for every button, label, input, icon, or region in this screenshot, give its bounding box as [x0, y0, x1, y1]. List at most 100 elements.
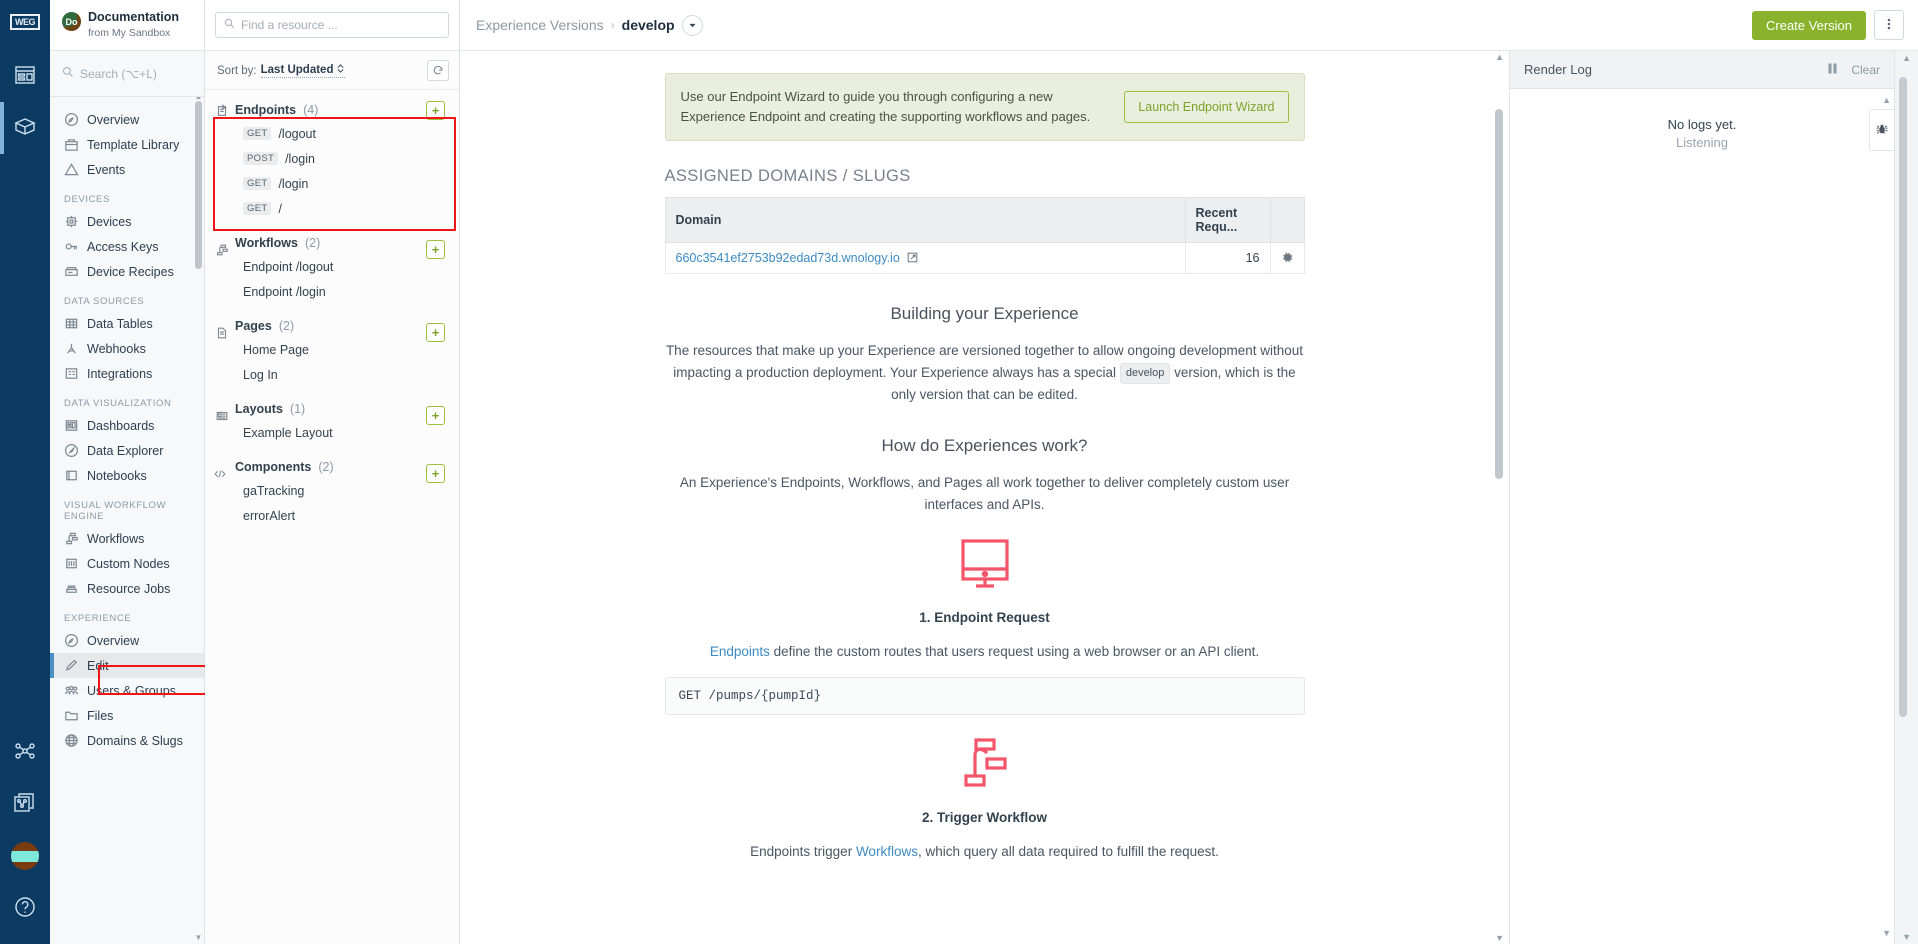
- log-scroll-up-icon[interactable]: ▲: [1882, 95, 1891, 105]
- add-endpoint-button[interactable]: +: [426, 101, 445, 120]
- compass-icon: [64, 443, 79, 458]
- document-inner: Use our Endpoint Wizard to guide you thr…: [460, 51, 1509, 862]
- doc-scroll-down-icon[interactable]: ▼: [1495, 933, 1504, 943]
- sidebar-item-custom-nodes[interactable]: Custom Nodes: [50, 551, 204, 576]
- add-component-button[interactable]: +: [426, 464, 445, 483]
- rail-item-applications[interactable]: [0, 102, 50, 154]
- gear-icon[interactable]: [1281, 251, 1294, 265]
- breadcrumb-root[interactable]: Experience Versions: [476, 17, 604, 33]
- resource-item-workflow[interactable]: Endpoint /logout: [205, 254, 459, 279]
- rail-item-workflows[interactable]: [0, 726, 50, 778]
- sidebar-item-notebooks[interactable]: Notebooks: [50, 463, 204, 488]
- sidebar-item-dashboards[interactable]: Dashboards: [50, 413, 204, 438]
- resource-item-endpoint[interactable]: GET /: [205, 196, 459, 221]
- sidebar-item-users-groups[interactable]: Users & Groups: [50, 678, 204, 703]
- rail-item-help[interactable]: [0, 882, 50, 934]
- sidebar-item-resource-jobs[interactable]: Resource Jobs: [50, 576, 204, 601]
- sidebar-item-access-keys[interactable]: Access Keys: [50, 234, 204, 259]
- sidebar-item-devices[interactable]: Devices: [50, 209, 204, 234]
- resource-section-title: Workflows: [235, 236, 298, 250]
- refresh-button[interactable]: [427, 60, 449, 81]
- cell-actions[interactable]: [1269, 242, 1305, 275]
- sidebar-item-label: Overview: [87, 633, 140, 648]
- app-brand[interactable]: Do Documentation from My Sandbox: [50, 0, 204, 51]
- sidebar-item-label: Template Library: [87, 137, 180, 152]
- domain-link[interactable]: 660c3541ef2753b92edad73d.wnology.io: [676, 251, 900, 265]
- scroll-down-arrow-icon[interactable]: ▼: [194, 934, 203, 942]
- resource-item-component[interactable]: errorAlert: [205, 503, 459, 528]
- sidebar-item-integrations[interactable]: Integrations: [50, 361, 204, 386]
- document-scrollbar-thumb[interactable]: [1495, 109, 1503, 479]
- pause-icon[interactable]: [1828, 63, 1837, 77]
- add-layout-button[interactable]: +: [426, 406, 445, 425]
- version-dropdown-button[interactable]: [681, 14, 703, 36]
- rail-item-workflow-versions[interactable]: [0, 778, 50, 830]
- clear-log-button[interactable]: Clear: [1851, 63, 1880, 77]
- resource-item-endpoint[interactable]: GET /login: [205, 171, 459, 196]
- monitor-icon: [954, 533, 1016, 598]
- integration-icon: [64, 366, 79, 381]
- step-2-body-before: Endpoints trigger: [750, 843, 856, 859]
- resource-item-path: /login: [285, 151, 315, 166]
- workflow-icon: [13, 739, 37, 766]
- more-options-button[interactable]: [1874, 10, 1904, 40]
- sidebar-item-files[interactable]: Files: [50, 703, 204, 728]
- cell-domain[interactable]: 660c3541ef2753b92edad73d.wnology.io: [664, 242, 1186, 275]
- sidebar-item-domains-slugs[interactable]: Domains & Slugs: [50, 728, 204, 753]
- add-workflow-button[interactable]: +: [426, 240, 445, 259]
- assigned-domains-title: ASSIGNED DOMAINS / SLUGS: [664, 167, 911, 186]
- sidebar-item-edit[interactable]: Edit: [50, 653, 204, 678]
- resource-section-pages[interactable]: Pages (2) +: [205, 310, 459, 342]
- global-search-input[interactable]: Search (⌥+L): [50, 51, 204, 97]
- render-log-empty-secondary: Listening: [1675, 135, 1729, 150]
- resource-section-workflows[interactable]: Workflows (2) +: [205, 227, 459, 259]
- log-scroll-down-icon[interactable]: ▼: [1882, 928, 1891, 938]
- sidebar-item-template-library[interactable]: Template Library: [50, 132, 204, 157]
- sidebar-item-events[interactable]: Events: [50, 157, 204, 182]
- how-experiences-work-heading: How do Experiences work?: [881, 436, 1088, 456]
- sidebar-item-webhooks[interactable]: Webhooks: [50, 336, 204, 361]
- resource-item-page[interactable]: Log In: [205, 362, 459, 387]
- outer-scroll-up-icon[interactable]: ▲: [1902, 53, 1911, 63]
- http-verb-badge: GET: [243, 126, 272, 141]
- rail-item-account[interactable]: [0, 830, 50, 882]
- resource-section-components[interactable]: Components (2) +: [205, 451, 459, 483]
- resource-section-endpoints[interactable]: Endpoints (4) +: [205, 94, 459, 121]
- launch-endpoint-wizard-button[interactable]: Launch Endpoint Wizard: [1124, 91, 1289, 124]
- endpoints-link[interactable]: Endpoints: [710, 644, 770, 659]
- scroll-up-arrow-icon[interactable]: ▲: [194, 97, 203, 101]
- workflows-link[interactable]: Workflows: [856, 844, 918, 859]
- sidebar-item-overview[interactable]: Overview: [50, 107, 204, 132]
- sidebar-scroll-region: ▲ Overview Template Library Events DEVIC…: [50, 97, 204, 944]
- outer-scrollbar-thumb[interactable]: [1899, 77, 1907, 717]
- resource-item-workflow[interactable]: Endpoint /login: [205, 279, 459, 304]
- find-resource-input[interactable]: Find a resource ...: [215, 12, 449, 38]
- outer-scroll-band[interactable]: ▲ ▼: [1894, 51, 1918, 944]
- sort-by-label: Sort by:: [217, 64, 257, 77]
- doc-scroll-up-icon[interactable]: ▲: [1495, 52, 1504, 62]
- sidebar-item-label: Webhooks: [87, 341, 146, 356]
- rail-item-dashboards[interactable]: [0, 50, 50, 102]
- create-version-button[interactable]: Create Version: [1752, 10, 1866, 40]
- sort-by-select[interactable]: Last Updated: [260, 63, 346, 78]
- resource-item-endpoint[interactable]: GET /logout: [205, 121, 459, 146]
- resource-item-path: Example Layout: [243, 425, 333, 440]
- add-page-button[interactable]: +: [426, 323, 445, 342]
- external-link-icon[interactable]: [907, 251, 918, 265]
- sidebar-item-data-tables[interactable]: Data Tables: [50, 311, 204, 336]
- resource-section-layouts[interactable]: Layouts (1) +: [205, 393, 459, 425]
- sidebar-item-workflows[interactable]: Workflows: [50, 526, 204, 551]
- resource-item-page[interactable]: Home Page: [205, 337, 459, 362]
- resource-item-endpoint[interactable]: POST /login: [205, 146, 459, 171]
- resource-item-component[interactable]: gaTracking: [205, 478, 459, 503]
- render-log-scrollbar[interactable]: ▲ ▼: [1882, 95, 1891, 938]
- outer-scroll-down-icon[interactable]: ▼: [1902, 932, 1911, 942]
- sidebar-item-device-recipes[interactable]: Device Recipes: [50, 259, 204, 284]
- sidebar-item-data-explorer[interactable]: Data Explorer: [50, 438, 204, 463]
- render-log-panel: Render Log Clear No logs yet. Listening …: [1509, 51, 1894, 944]
- resource-panel: Find a resource ... Sort by: Last Update…: [205, 0, 460, 944]
- debug-panel-toggle[interactable]: [1869, 109, 1894, 151]
- sidebar-item-experience-overview[interactable]: Overview: [50, 628, 204, 653]
- document-scrollbar[interactable]: ▲ ▼: [1495, 51, 1506, 944]
- resource-item-layout[interactable]: Example Layout: [205, 420, 459, 445]
